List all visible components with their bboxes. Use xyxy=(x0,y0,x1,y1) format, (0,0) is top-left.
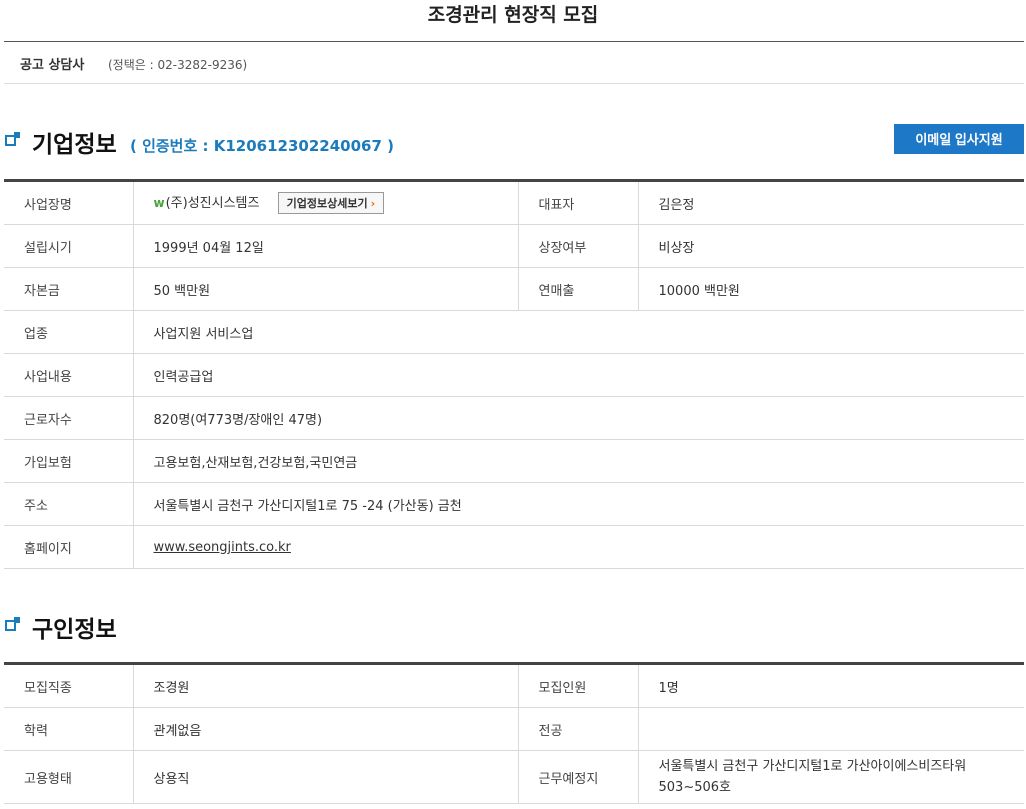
business-value: 인력공급업 xyxy=(133,353,1024,397)
industry-value: 사업지원 서비스업 xyxy=(133,310,1024,354)
job-label: 모집직종 xyxy=(4,663,134,708)
cert-number: ( 인증번호 : K120612302240067 ) xyxy=(130,137,394,155)
page-title: 조경관리 현장직 모집 xyxy=(427,4,599,26)
type-value: 상용직 xyxy=(133,750,519,804)
insurance-value: 고용보험,산재보험,건강보험,국민연금 xyxy=(133,439,1024,483)
table-row: 주소 서울특별시 금천구 가산디지털1로 75 -24 (가산동) 금천 xyxy=(4,482,1024,526)
table-row: 고용형태 상용직 근무예정지 서울특별시 금천구 가산디지털1로 가산아이에스비… xyxy=(4,750,1024,804)
email-apply-button[interactable]: 이메일 입사지원 xyxy=(894,124,1024,154)
table-row: 업종 사업지원 서비스업 xyxy=(4,310,1024,354)
industry-label: 업종 xyxy=(4,310,134,354)
name-cell: w(주)성진시스템즈 기업정보상세보기 › xyxy=(133,180,519,225)
insurance-label: 가입보험 xyxy=(4,439,134,483)
employees-label: 근로자수 xyxy=(4,396,134,440)
chevron-right-icon: › xyxy=(370,197,376,211)
edu-label: 학력 xyxy=(4,707,134,751)
capital-label: 자본금 xyxy=(4,267,134,311)
homepage-link[interactable]: www.seongjints.co.kr xyxy=(154,540,291,555)
founded-label: 설립시기 xyxy=(4,224,134,268)
contact-row: 공고 상담사 (정택은 : 02-3282-9236) xyxy=(4,42,1024,84)
job-value: 조경원 xyxy=(133,663,519,708)
type-label: 고용형태 xyxy=(4,750,134,804)
major-label: 전공 xyxy=(518,707,639,751)
address-value: 서울특별시 금천구 가산디지털1로 75 -24 (가산동) 금천 xyxy=(133,482,1024,526)
employees-value: 820명(여773명/장애인 47명) xyxy=(133,396,1024,440)
sales-value: 10000 백만원 xyxy=(638,267,1024,311)
company-info-table: 사업장명 w(주)성진시스템즈 기업정보상세보기 › 대표자 김은정 설립시기 1… xyxy=(4,179,1024,569)
table-row: 홈페이지 www.seongjints.co.kr xyxy=(4,525,1024,569)
place-value: 서울특별시 금천구 가산디지털1로 가산아이에스비즈타워 503~506호 xyxy=(638,750,1024,804)
section-bullet-icon xyxy=(5,132,20,147)
founded-value: 1999년 04월 12일 xyxy=(133,224,519,268)
section-bullet-icon xyxy=(5,617,20,632)
major-value xyxy=(638,707,1024,751)
ceo-value: 김은정 xyxy=(638,180,1024,225)
business-label: 사업내용 xyxy=(4,353,134,397)
capital-value: 50 백만원 xyxy=(133,267,519,311)
place-label: 근무예정지 xyxy=(518,750,639,804)
ceo-label: 대표자 xyxy=(518,180,639,225)
table-row: 모집직종 조경원 모집인원 1명 xyxy=(4,663,1024,708)
count-value: 1명 xyxy=(638,663,1024,708)
homepage-cell: www.seongjints.co.kr xyxy=(133,525,1024,569)
company-detail-button[interactable]: 기업정보상세보기 › xyxy=(277,192,385,215)
job-info-table: 모집직종 조경원 모집인원 1명 학력 관계없음 전공 고용형태 상용직 근무예… xyxy=(4,662,1024,804)
listed-label: 상장여부 xyxy=(518,224,639,268)
job-section-title: 구인정보 xyxy=(32,617,117,643)
table-row: 설립시기 1999년 04월 12일 상장여부 비상장 xyxy=(4,224,1024,268)
table-row: 사업장명 w(주)성진시스템즈 기업정보상세보기 › 대표자 김은정 xyxy=(4,180,1024,225)
listed-value: 비상장 xyxy=(638,224,1024,268)
count-label: 모집인원 xyxy=(518,663,639,708)
company-section-title: 기업정보 xyxy=(32,132,117,158)
table-row: 학력 관계없음 전공 xyxy=(4,707,1024,751)
address-label: 주소 xyxy=(4,482,134,526)
table-row: 자본금 50 백만원 연매출 10000 백만원 xyxy=(4,267,1024,311)
contact-value: (정택은 : 02-3282-9236) xyxy=(108,58,248,72)
table-row: 사업내용 인력공급업 xyxy=(4,353,1024,397)
name-label: 사업장명 xyxy=(4,180,134,225)
job-section-header: 구인정보 xyxy=(4,610,404,644)
company-section-header: 기업정보 ( 인증번호 : K120612302240067 ) xyxy=(4,125,704,159)
sales-label: 연매출 xyxy=(518,267,639,311)
table-row: 가입보험 고용보험,산재보험,건강보험,국민연금 xyxy=(4,439,1024,483)
company-name: (주)성진시스템즈 xyxy=(165,195,260,211)
contact-label: 공고 상담사 xyxy=(20,58,85,73)
table-row: 근로자수 820명(여773명/장애인 47명) xyxy=(4,396,1024,440)
homepage-label: 홈페이지 xyxy=(4,525,134,569)
edu-value: 관계없음 xyxy=(133,707,519,751)
company-logo-icon: w xyxy=(153,195,165,210)
company-detail-label: 기업정보상세보기 xyxy=(286,197,368,211)
